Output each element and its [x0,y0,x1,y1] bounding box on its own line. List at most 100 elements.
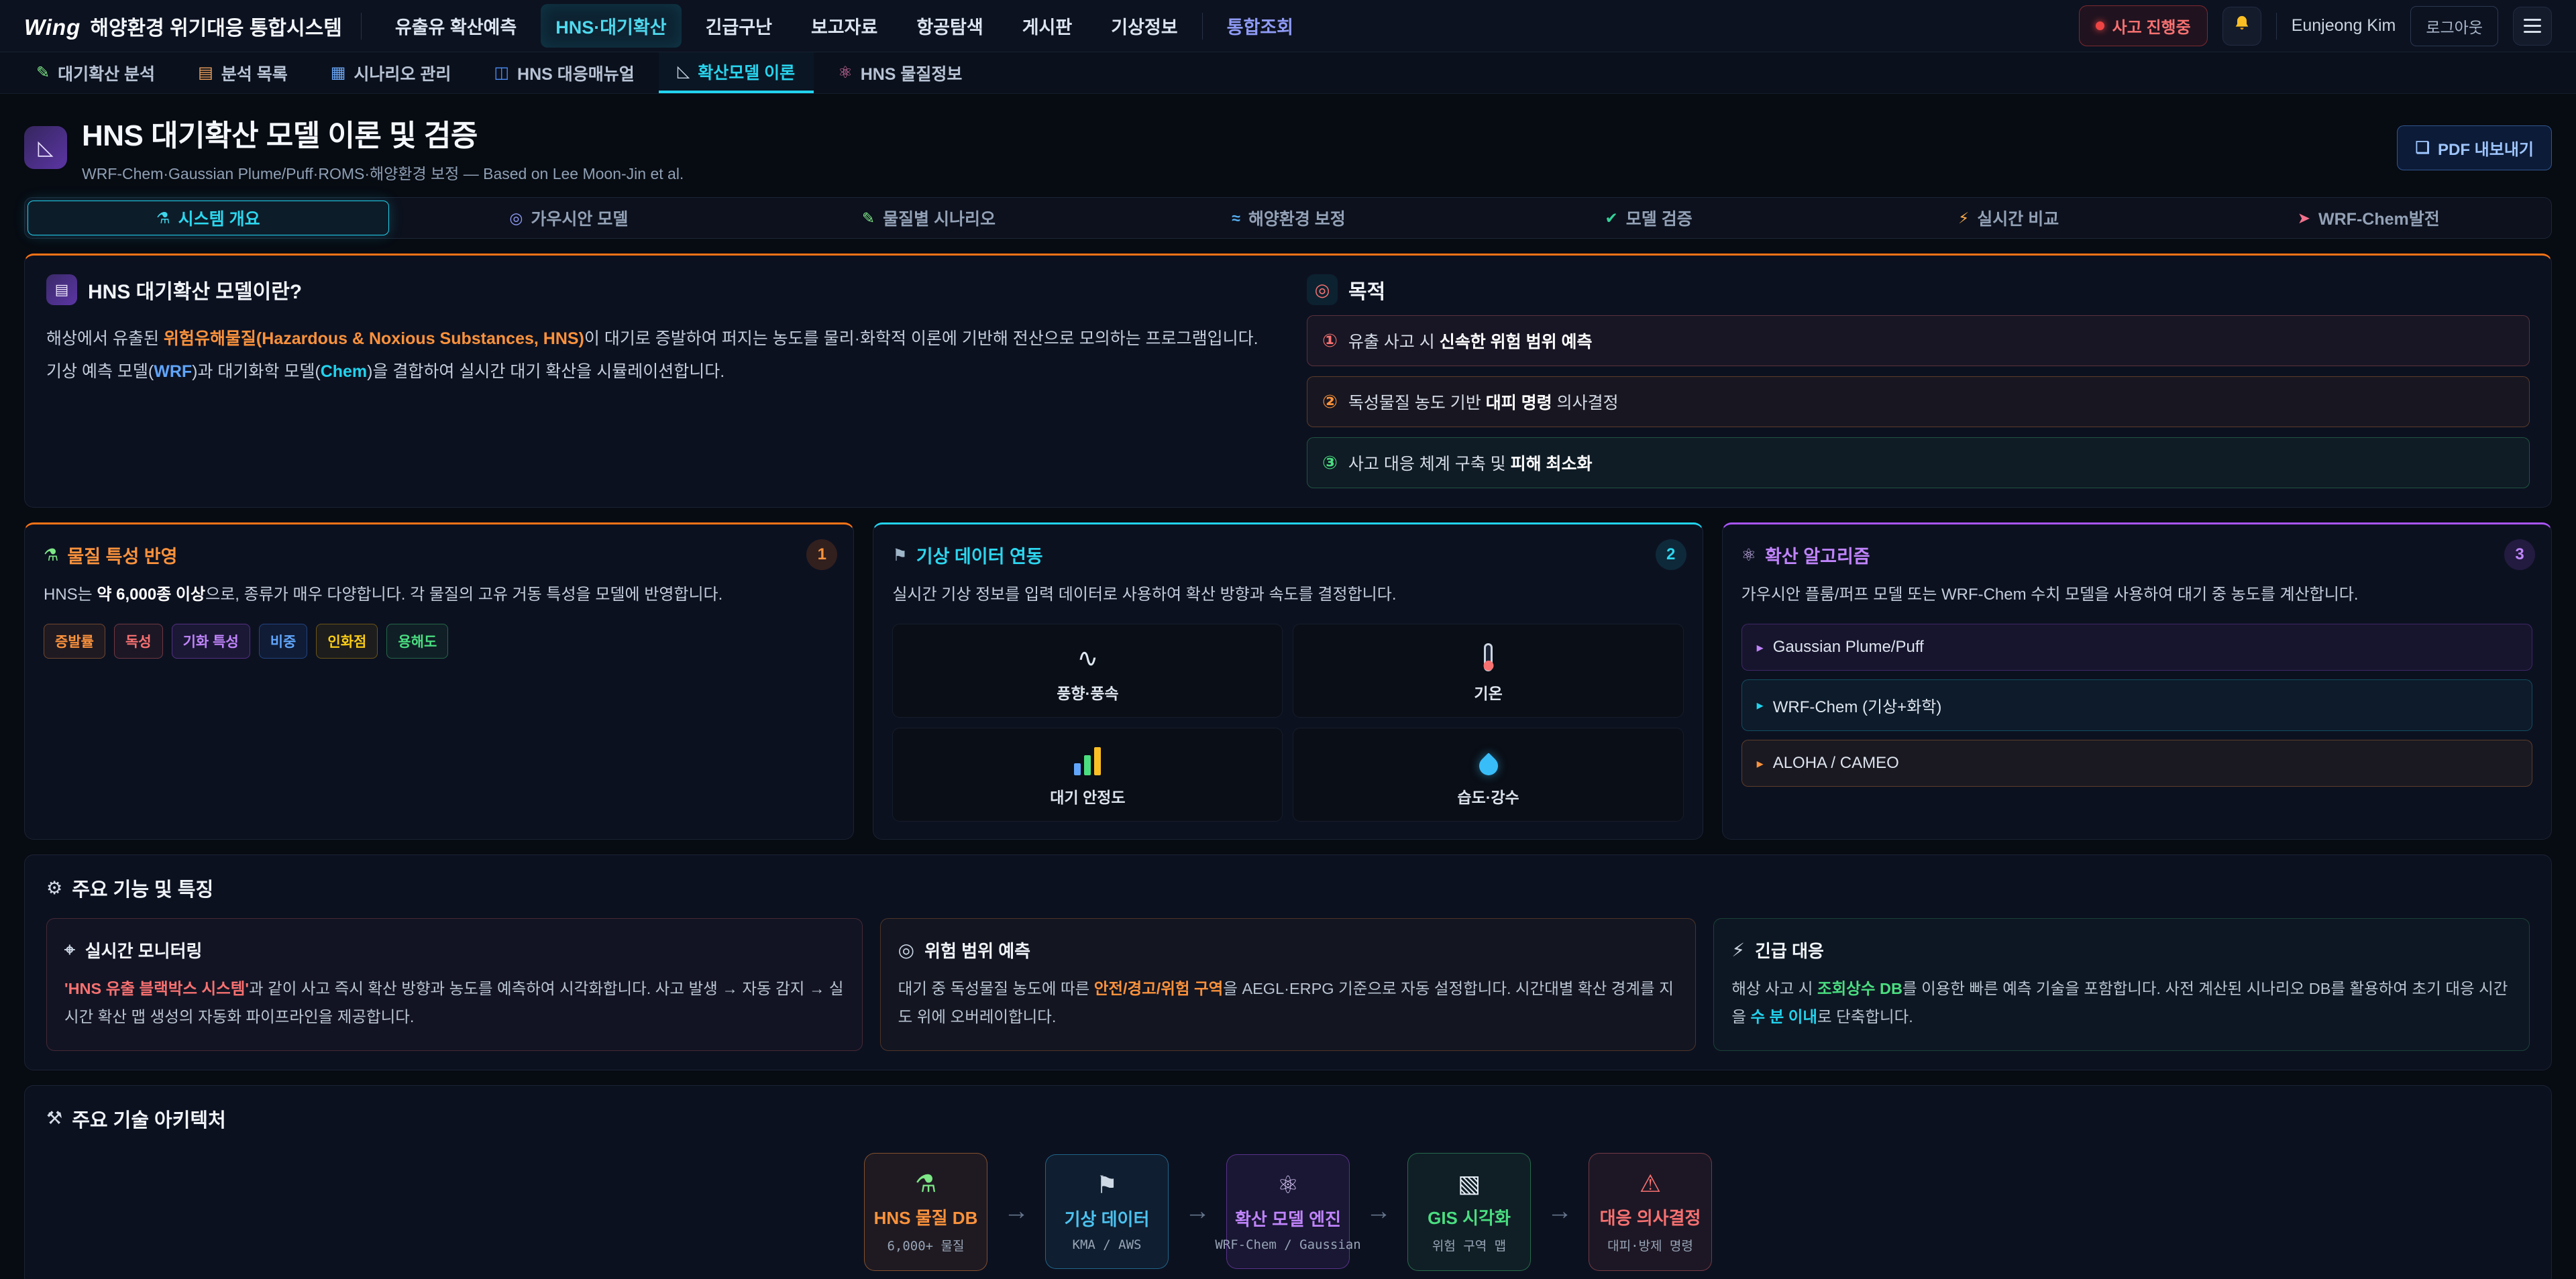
construction-icon: ⚒ [46,1108,62,1129]
thermometer-icon [1484,643,1493,671]
wave-icon: ≈ [1232,209,1240,227]
page-subtitle: WRF-Chem·Gaussian Plume/Puff·ROMS·해양환경 보… [82,161,2382,184]
chip-specific-gravity: 비중 [259,624,308,659]
logo-wing-mark: Wing [24,15,80,40]
user-name: Eunjeong Kim [2292,16,2396,36]
tab-model-validation[interactable]: ✔ 모델 검증 [1468,201,1829,235]
tab-realtime-comparison[interactable]: ⚡ 실시간 비교 [1829,201,2189,235]
feature-realtime-monitoring: ⌖ 실시간 모니터링 'HNS 유출 블랙박스 시스템'과 같이 사고 즉시 확… [46,918,863,1051]
feature-emergency-response: ⚡ 긴급 대응 해상 사고 시 조회상수 DB를 이용한 빠른 예측 기술을 포… [1713,918,2530,1051]
tab-substance-scenarios[interactable]: ✎ 물질별 시나리오 [749,201,1109,235]
test-tube-icon: ⚗ [44,545,58,565]
tile-temperature: 기온 [1293,624,1683,718]
tile-humidity: 습도·강수 [1293,728,1683,822]
logout-button[interactable]: 로그아웃 [2410,6,2498,46]
page-header: ◺ HNS 대기확산 모델 이론 및 검증 WRF-Chem·Gaussian … [0,94,2576,197]
pipeline-gis: ▧ GIS 시각화 위험 구역 맵 [1407,1153,1531,1271]
purpose-title: 목적 [1348,275,1385,304]
subnav-hns-substance-info[interactable]: ⚛ HNS 물질정보 [819,52,981,93]
theory-tab-bar: ⚗ 시스템 개요 ◎ 가우시안 모델 ✎ 물질별 시나리오 ≈ 해양환경 보정 … [24,197,2552,239]
nav-item-air-search[interactable]: 항공탐색 [902,4,998,48]
chip-solubility: 용해도 [386,624,448,659]
siren-icon: ⚠ [1640,1170,1661,1198]
nav-item-rescue[interactable]: 긴급구난 [691,4,787,48]
architecture-title: 주요 기술 아키텍처 [72,1105,226,1133]
tab-gaussian-model[interactable]: ◎ 가우시안 모델 [389,201,749,235]
pdf-export-button[interactable]: ❏ PDF 내보내기 [2397,125,2552,170]
purpose-item-1: ① 유출 사고 시 신속한 위험 범위 예측 [1307,315,2530,366]
pipeline-decision: ⚠ 대응 의사결정 대피·방제 명령 [1589,1153,1712,1271]
intro-section: ▤ HNS 대기확산 모델이란? 해상에서 유출된 위험유해물질(Hazardo… [24,254,2552,508]
menu-button[interactable] [2513,7,2552,46]
features-title: 주요 기능 및 특징 [72,874,213,902]
wind-icon: ∿ [1077,646,1098,671]
architecture-pipeline: ⚗ HNS 물질 DB 6,000+ 물질 → ⚑ 기상 데이터 KMA / A… [46,1153,2530,1271]
architecture-section: ⚒ 주요 기술 아키텍처 ⚗ HNS 물질 DB 6,000+ 물질 → ⚑ 기… [24,1085,2552,1279]
journal-icon: ▤ [46,274,77,305]
property-chips: 증발률 독성 기화 특성 비중 인화점 용해도 [44,624,835,659]
tab-system-overview[interactable]: ⚗ 시스템 개요 [28,201,389,235]
algo-wrf-chem: ▸ WRF-Chem (기상+화학) [1741,679,2532,731]
document-icon: ❏ [2415,138,2430,158]
app-logo[interactable]: Wing 해양환경 위기대응 통합시스템 [24,11,342,41]
subnav-scenario-management[interactable]: ▦ 시나리오 관리 [312,52,470,93]
step-badge-1: 1 [806,539,837,570]
page-title: HNS 대기확산 모델 이론 및 검증 [82,111,2382,154]
clipboard-icon: ▤ [198,63,213,82]
subnav-model-theory[interactable]: ◺ 확산모델 이론 [659,52,814,93]
nav-item-hns-diffusion[interactable]: HNS·대기확산 [541,4,681,48]
arrow-icon: ▸ [1757,755,1764,772]
bar-chart-icon [1074,747,1101,775]
nav-item-board[interactable]: 게시판 [1008,4,1087,48]
arrow-right-icon: → [1004,1197,1029,1226]
nav-item-oil-spill[interactable]: 유출유 확산예측 [380,4,531,48]
circled-one-icon: ① [1322,331,1338,351]
arrow-right-icon: → [1366,1197,1391,1226]
microscope-icon: ⚛ [1277,1171,1299,1199]
nav-item-reports[interactable]: 보고자료 [796,4,892,48]
subnav-analysis-list[interactable]: ▤ 분석 목록 [179,52,307,93]
card-weather-data: 2 ⚑ 기상 데이터 연동 실시간 기상 정보를 입력 데이터로 사용하여 확산… [873,522,1703,840]
nav-divider [1202,13,1203,40]
subnav-hns-manual[interactable]: ◫ HNS 대응매뉴얼 [475,52,653,93]
features-section: ⚙ 주요 기능 및 특징 ⌖ 실시간 모니터링 'HNS 유출 블랙박스 시스템… [24,854,2552,1070]
triangle-ruler-icon: ◺ [24,126,67,169]
pencil-icon: ✎ [862,209,875,227]
nav-item-integrated-search[interactable]: 통합조회 [1212,4,1308,48]
chip-evaporation: 증발률 [44,624,105,659]
weather-tiles: ∿ 풍향·풍속 기온 대기 안정도 습도·강수 [892,624,1683,822]
lightning-icon: ⚡ [1958,209,1969,227]
algorithm-list: ▸ Gaussian Plume/Puff ▸ WRF-Chem (기상+화학)… [1741,624,2532,787]
chart-icon: ▦ [331,63,346,82]
intro-left: ▤ HNS 대기확산 모델이란? 해상에서 유출된 위험유해물질(Hazardo… [46,274,1269,488]
flag-icon: ⚑ [892,545,907,565]
triangle-ruler-icon: ◺ [678,62,690,81]
incident-dot-icon [2096,21,2104,30]
algo-aloha-cameo: ▸ ALOHA / CAMEO [1741,740,2532,787]
wind-icon: ⚑ [1096,1171,1118,1199]
arrow-right-icon: → [1185,1197,1210,1226]
spiral-icon: ◎ [509,209,523,227]
logo-title: 해양환경 위기대응 통합시스템 [90,11,341,41]
nav-item-weather[interactable]: 기상정보 [1096,4,1192,48]
pillar-cards: 1 ⚗ 물질 특성 반영 HNS는 약 6,000종 이상으로, 종류가 매우 … [24,522,2552,840]
pencil-icon: ✎ [36,63,50,82]
top-navbar: Wing 해양환경 위기대응 통합시스템 유출유 확산예측 HNS·대기확산 긴… [0,0,2576,52]
chip-flash-point: 인화점 [316,624,378,659]
arrow-icon: ▸ [1757,697,1764,714]
dna-icon: ⚛ [838,63,853,82]
tab-wrf-chem-evolution[interactable]: ➤ WRF-Chem발전 [2188,201,2548,235]
hamburger-icon [2524,19,2541,33]
circled-two-icon: ② [1322,392,1338,412]
tab-ocean-correction[interactable]: ≈ 해양환경 보정 [1109,201,1469,235]
intro-paragraph: 해상에서 유출된 위험유해물질(Hazardous & Noxious Subs… [46,323,1269,388]
card-substance-properties: 1 ⚗ 물질 특성 반영 HNS는 약 6,000종 이상으로, 종류가 매우 … [24,522,854,840]
nav-divider [361,13,362,40]
subnav-diffusion-analysis[interactable]: ✎ 대기확산 분석 [17,52,174,93]
incident-status-badge: 사고 진행중 [2079,5,2208,46]
microscope-icon: ⚛ [1741,545,1756,565]
droplet-icon [1475,753,1502,779]
chip-toxicity: 독성 [114,624,163,659]
algo-gaussian: ▸ Gaussian Plume/Puff [1741,624,2532,671]
notification-button[interactable] [2222,7,2261,46]
